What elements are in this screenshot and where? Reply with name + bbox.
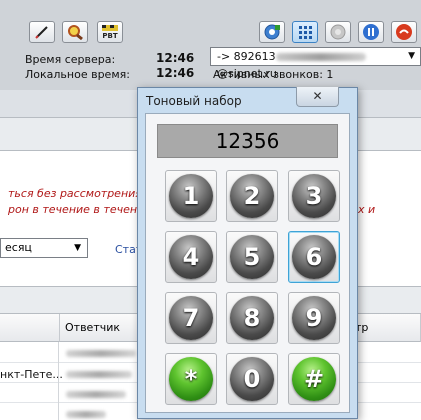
add-contact-icon xyxy=(264,24,280,40)
close-button[interactable]: ✕ xyxy=(296,87,339,107)
server-time-label: Время сервера: xyxy=(25,53,116,66)
warning-text-line1: ться без рассмотрения xyxy=(8,187,142,200)
table-row-city: нкт-Пете... xyxy=(0,368,63,381)
pbt-text: PBT xyxy=(102,32,117,40)
key-1[interactable]: 1 xyxy=(165,170,217,222)
dial-display: 12356 xyxy=(157,124,338,158)
redacted-answerer xyxy=(66,350,136,357)
hangup-icon xyxy=(396,24,412,40)
add-contact-button[interactable] xyxy=(259,21,285,43)
pen-button[interactable] xyxy=(29,21,55,43)
key-3-label: 3 xyxy=(292,174,336,218)
key-5[interactable]: 5 xyxy=(226,231,278,283)
period-value: есяц xyxy=(5,241,32,254)
pause-icon xyxy=(363,24,379,40)
key-3[interactable]: 3 xyxy=(288,170,340,222)
period-select[interactable]: есяц ▼ xyxy=(0,238,88,258)
key-hash[interactable]: # xyxy=(288,353,340,405)
magnifier-icon xyxy=(68,25,83,40)
key-4[interactable]: 4 xyxy=(165,231,217,283)
key-8[interactable]: 8 xyxy=(226,292,278,344)
redacted-answerer xyxy=(66,371,132,378)
hold-icon xyxy=(330,24,346,40)
table-header-tail[interactable]: тр xyxy=(350,314,421,342)
hold-button[interactable] xyxy=(325,21,351,43)
pause-button[interactable] xyxy=(358,21,384,43)
key-9[interactable]: 9 xyxy=(288,292,340,344)
key-1-label: 1 xyxy=(169,174,213,218)
chevron-down-icon: ▼ xyxy=(74,243,81,253)
local-time-label: Локальное время: xyxy=(25,68,130,81)
dialpad-icon xyxy=(299,26,312,39)
active-call-select[interactable]: -> 892613@sipnet.ru ▼ xyxy=(210,47,421,80)
pbt-button[interactable]: PBT xyxy=(97,21,123,43)
key-hash-label: # xyxy=(292,357,336,401)
key-7[interactable]: 7 xyxy=(165,292,217,344)
key-5-label: 5 xyxy=(230,235,274,279)
pen-icon xyxy=(35,26,48,39)
pbt-icon: PBT xyxy=(102,25,118,40)
key-star[interactable]: * xyxy=(165,353,217,405)
key-6-label: 6 xyxy=(292,235,336,279)
chevron-down-icon: ▼ xyxy=(408,51,415,61)
key-2[interactable]: 2 xyxy=(226,170,278,222)
dialpad-panel: 12356 1 2 3 4 5 6 7 8 9 * 0 # xyxy=(145,113,350,413)
dialpad-button[interactable] xyxy=(292,21,318,43)
call-number-prefix: -> 892613 xyxy=(217,50,276,63)
redacted-answerer xyxy=(66,411,106,418)
dialog-title: Тоновый набор xyxy=(146,94,242,108)
warning-text-line2: рон в течение в течени xyxy=(8,203,145,216)
search-button[interactable] xyxy=(62,21,88,43)
key-star-label: * xyxy=(169,357,213,401)
redacted-number xyxy=(275,53,366,61)
key-0-label: 0 xyxy=(230,357,274,401)
close-icon: ✕ xyxy=(312,89,323,103)
hangup-button[interactable] xyxy=(391,21,417,43)
local-time-value: 12:46 xyxy=(156,66,195,80)
key-0[interactable]: 0 xyxy=(226,353,278,405)
server-time-value: 12:46 xyxy=(156,51,195,65)
key-9-label: 9 xyxy=(292,296,336,340)
key-7-label: 7 xyxy=(169,296,213,340)
active-calls-count: Активных звонков: 1 xyxy=(213,68,334,81)
tone-dial-dialog: Тоновый набор ✕ 12356 1 2 3 4 5 6 7 8 9 … xyxy=(137,87,358,419)
top-toolbar: PBT Время сервера: 12:46 Локальное время… xyxy=(0,0,421,91)
key-8-label: 8 xyxy=(230,296,274,340)
key-4-label: 4 xyxy=(169,235,213,279)
key-6[interactable]: 6 xyxy=(288,231,340,283)
column-divider xyxy=(58,342,59,420)
redacted-answerer xyxy=(66,391,126,398)
table-header-cell[interactable] xyxy=(0,314,60,342)
key-2-label: 2 xyxy=(230,174,274,218)
warning-text-line1-tail: х и xyxy=(358,203,376,216)
